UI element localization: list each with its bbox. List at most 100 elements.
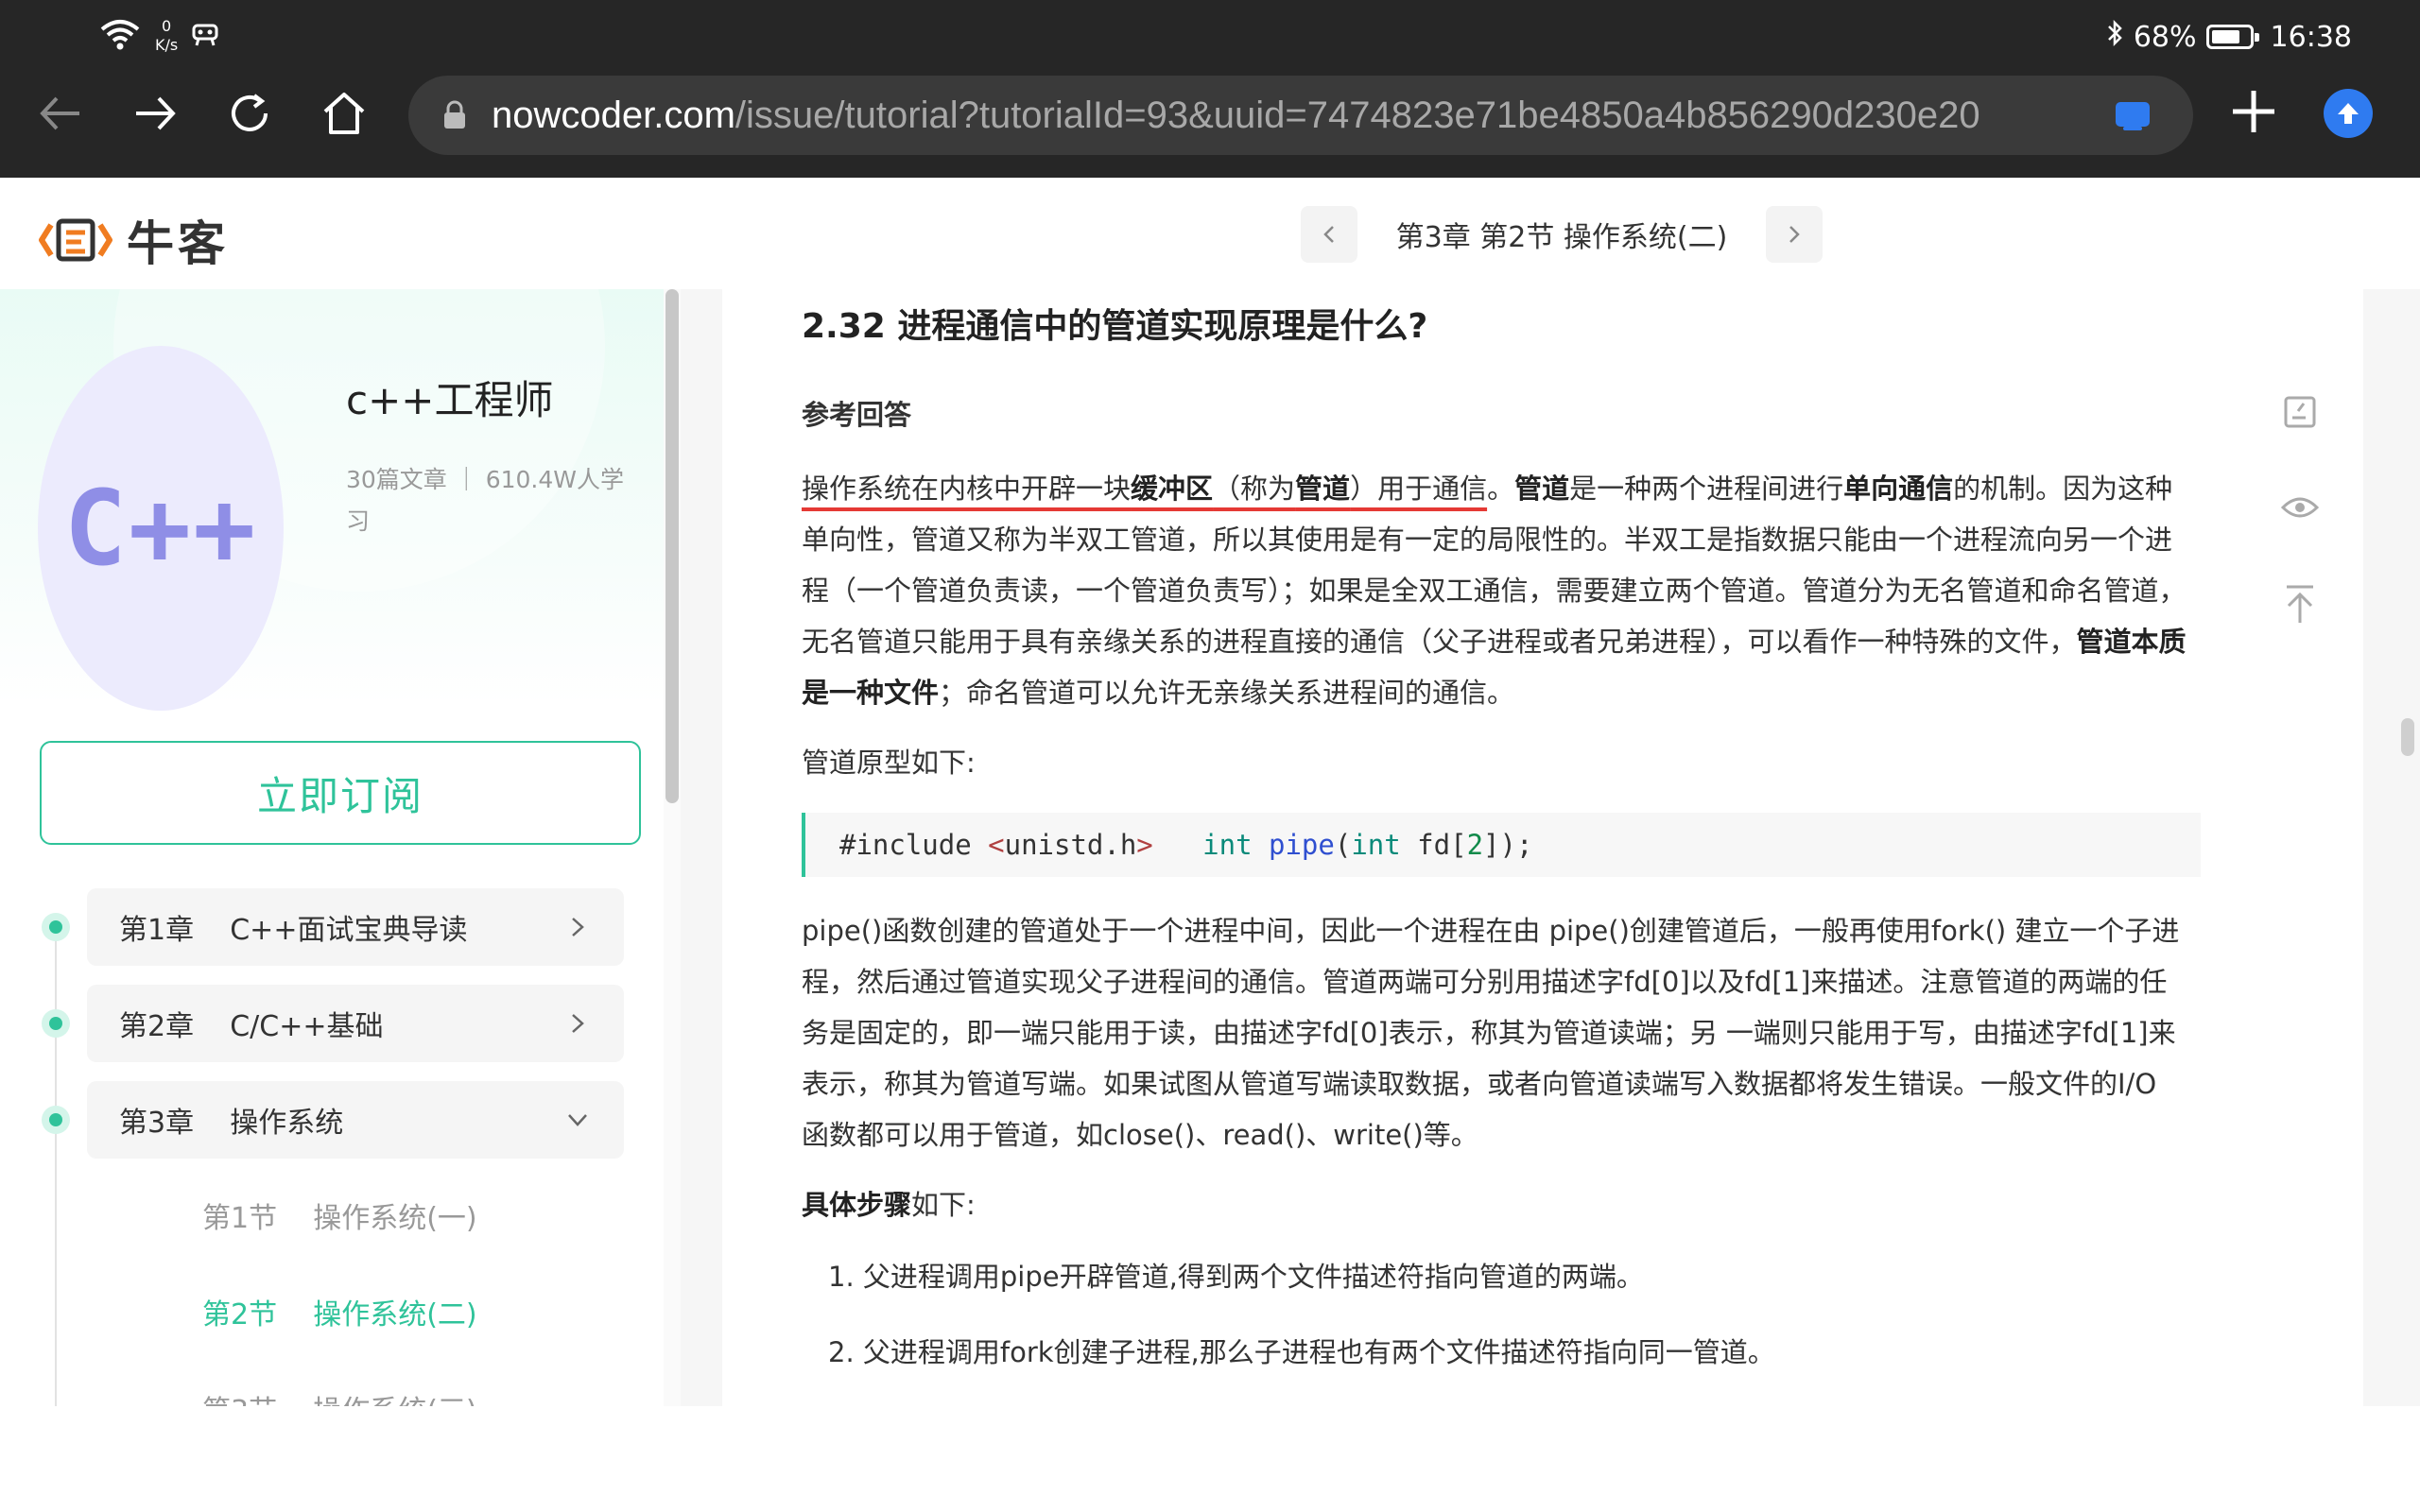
clock: 16:38 [2270, 20, 2352, 54]
text-run: 是一种两个进程间进行 [1569, 472, 1844, 505]
back-to-top-icon [2287, 585, 2313, 623]
chapter-item-3[interactable]: 第3章 操作系统 [87, 1081, 624, 1159]
current-section-title: 第3章 第2节 操作系统(二) [1395, 221, 1728, 254]
text-run: 如下: [911, 1189, 976, 1221]
bluetooth-icon [2105, 19, 2124, 55]
bold-text: 缓冲区 [1131, 472, 1214, 505]
home-icon [323, 93, 365, 134]
new-tab-button[interactable] [2223, 81, 2284, 142]
chevron-left-icon [1323, 226, 1334, 243]
timeline-line [55, 930, 57, 1406]
logo-icon [39, 218, 112, 262]
pipe-explanation-paragraph: pipe()函数创建的管道处于一个进程中间，因此一个进程在由 pipe()创建管… [802, 915, 2180, 1151]
code-token: unistd.h [1004, 829, 1137, 861]
course-sidebar: C++ c++工程师 30篇文章 ｜ 610.4W人学习 立即订阅 第1章 C+… [0, 289, 681, 1406]
view-toggle-button[interactable] [2274, 482, 2325, 533]
eye-icon [2280, 497, 2320, 518]
tab-icon[interactable] [2114, 96, 2152, 138]
article: 2.32 进程通信中的管道实现原理是什么? 参考回答 操作系统在内核中开辟一块缓… [802, 289, 2201, 1406]
note-button[interactable] [2274, 386, 2325, 437]
wifi-icon [98, 18, 142, 54]
bold-text: 单向通信 [1843, 472, 1954, 505]
url-path: /issue/tutorial?tutorialId=93&uuid=74748… [735, 94, 1980, 136]
chapter-dot [42, 1106, 70, 1134]
course-title: c++工程师 [346, 377, 554, 423]
forward-button[interactable] [125, 83, 185, 144]
chapter-dot [42, 913, 70, 941]
url-host: nowcoder.com [492, 94, 735, 136]
network-speed: 0 K/s [155, 17, 178, 55]
chapter-label: 第2章 C/C++基础 [119, 1010, 384, 1043]
plus-icon [2233, 91, 2274, 132]
chapter-item-2[interactable]: 第2章 C/C++基础 [87, 985, 624, 1062]
upload-button[interactable] [2324, 89, 2373, 138]
chevron-right-icon [572, 918, 584, 936]
course-cover-text: C++ [63, 468, 258, 589]
section-item-1[interactable]: 第1节 操作系统(一) [202, 1194, 477, 1236]
pipe-prototype-intro: 管道原型如下: [802, 747, 976, 779]
chapter-dot [42, 1009, 70, 1038]
text-run: ）用于通信 [1350, 472, 1488, 505]
code-block: #include <unistd.h> int pipe(int fd[2]); [802, 813, 2201, 877]
network-speed-value: 0 [162, 17, 172, 35]
chevron-right-icon [1789, 226, 1800, 243]
code-token: #include [839, 829, 989, 861]
battery-level [2211, 30, 2240, 43]
article-title: 2.32 进程通信中的管道实现原理是什么? [802, 307, 1428, 346]
home-button[interactable] [314, 83, 374, 144]
code-token: int [1202, 829, 1253, 861]
list-item: 1. 父进程调用pipe开辟管道,得到两个文件描述符指向管道的两端。 [828, 1261, 1644, 1293]
chapter-item-1[interactable]: 第1章 C++面试宝典导读 [87, 888, 624, 966]
code-token: > [1136, 829, 1153, 861]
course-meta: 30篇文章 ｜ 610.4W人学习 [346, 466, 624, 535]
prev-section-button[interactable] [1301, 206, 1357, 263]
vpn-icon [191, 21, 219, 51]
content-gutter-left [681, 289, 722, 1406]
chapter-label: 第1章 C++面试宝典导读 [119, 914, 468, 947]
code-token: fd[ [1400, 829, 1467, 861]
forward-icon [136, 96, 176, 130]
text-run: 操作系统在内核中开辟一块 [802, 472, 1132, 505]
answer-paragraph-1: 操作系统在内核中开辟一块缓冲区（称为管道）用于通信。管道是一种两个进程间进行单向… [802, 463, 2191, 718]
bold-text: 管道 [1295, 472, 1351, 505]
reload-button[interactable] [219, 83, 280, 144]
back-icon [40, 96, 79, 130]
code-token: int [1351, 829, 1401, 861]
page-scrollbar-thumb[interactable] [2401, 718, 2414, 756]
back-button[interactable] [30, 83, 91, 144]
network-speed-unit: K/s [155, 36, 179, 54]
back-to-top-button[interactable] [2274, 578, 2325, 629]
chapter-label: 第3章 操作系统 [119, 1107, 344, 1140]
course-cover: C++ [38, 346, 284, 711]
steps-heading: 具体步骤如下: [802, 1179, 2191, 1230]
section-item-3[interactable]: 第3节 操作系统(三) [202, 1387, 477, 1406]
sidebar-scrollbar-thumb[interactable] [666, 289, 679, 803]
bold-text: 管道 [1514, 472, 1570, 505]
chapter-navigation: 第3章 第2节 操作系统(二) [1301, 206, 1823, 263]
browser-chrome: 0 K/s 68% 16:38 nowcoder.com/issue/tutor… [0, 0, 2420, 178]
content-gutter-right [2363, 289, 2420, 1406]
logo-text: 牛客 [127, 216, 229, 271]
next-section-button[interactable] [1766, 206, 1823, 263]
status-bar-left: 0 K/s [98, 17, 219, 55]
nowcoder-logo[interactable]: 牛客 [38, 206, 229, 274]
section-item-2-active[interactable]: 第2节 操作系统(二) [202, 1291, 477, 1332]
code-token: ]); [1483, 829, 1533, 861]
url-text[interactable]: nowcoder.com/issue/tutorial?tutorialId=9… [492, 93, 1980, 138]
status-bar-right: 68% 16:38 [2105, 19, 2352, 55]
text-run: ；命名管道可以允许无亲缘关系进程间的通信。 [939, 677, 1515, 709]
code-token: ( [1334, 829, 1352, 861]
bold-text: 具体步骤 [802, 1189, 912, 1221]
subscribe-button[interactable]: 立即订阅 [40, 741, 641, 845]
address-bar[interactable]: nowcoder.com/issue/tutorial?tutorialId=9… [408, 76, 2193, 155]
site-header: 牛客 第3章 第2节 操作系统(二) [0, 178, 2420, 289]
reload-icon [232, 94, 268, 131]
battery-percent: 68% [2133, 20, 2197, 54]
code-token: 2 [1466, 829, 1484, 861]
chevron-down-icon [568, 1114, 587, 1126]
text-run: 。 [1487, 472, 1515, 505]
code-token: pipe [1269, 829, 1335, 861]
underlined-text: 操作系统在内核中开辟一块缓冲区（称为管道）用于通信 [802, 472, 1487, 505]
